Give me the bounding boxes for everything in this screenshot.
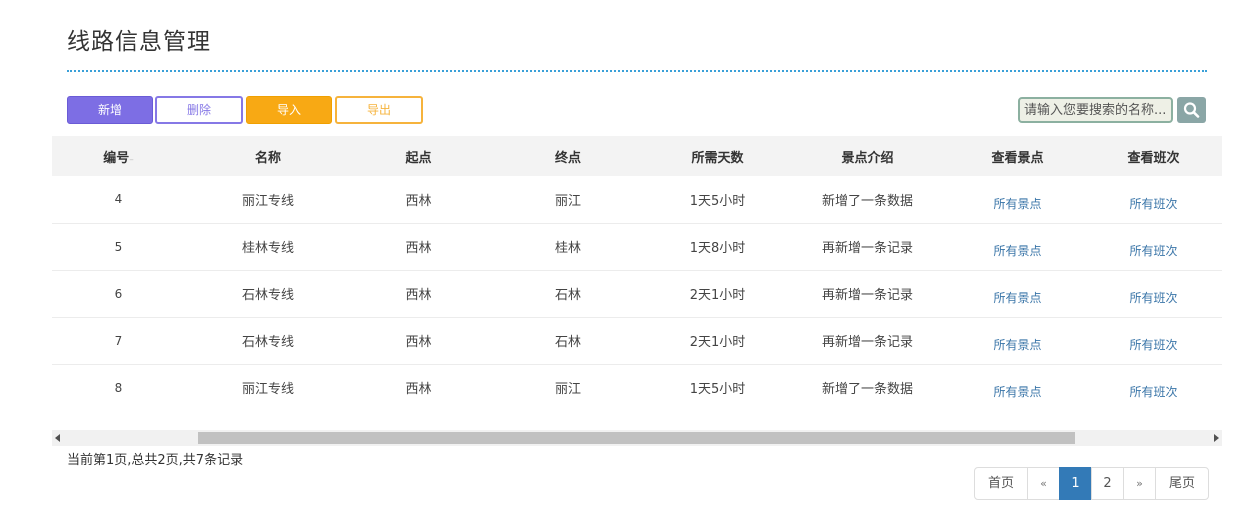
search-button[interactable]: [1177, 97, 1206, 123]
cell-view-schedules: 所有班次: [1085, 176, 1222, 223]
cell-end: 桂林: [554, 241, 581, 256]
cell-start: 西林: [405, 288, 432, 303]
view-schedules-link[interactable]: 所有班次: [1129, 385, 1177, 399]
column-header-duration[interactable]: 所需天数: [650, 136, 785, 176]
cell-view-schedules: 所有班次: [1085, 270, 1222, 317]
column-header-end[interactable]: 终点: [486, 136, 650, 176]
scroll-right-arrow-icon[interactable]: [1214, 434, 1219, 442]
cell-name: 丽江专线: [241, 193, 294, 209]
cell-view-spots: 所有景点: [950, 364, 1085, 411]
view-schedules-link[interactable]: 所有班次: [1129, 291, 1177, 305]
cell-duration: 2天1小时: [689, 288, 746, 303]
delete-button[interactable]: 删除: [155, 96, 243, 124]
column-header-view-schedules[interactable]: 查看班次: [1085, 136, 1222, 176]
scroll-left-arrow-icon[interactable]: [55, 434, 60, 442]
page-1-button[interactable]: 1: [1059, 467, 1092, 500]
table-header-row: 编号– 名称 起点 终点 所需天数 景点介绍 查看景点 查看班次: [52, 136, 1222, 176]
column-header-name[interactable]: 名称: [185, 136, 351, 176]
cell-start: 西林: [405, 382, 432, 398]
view-spots-link[interactable]: 所有景点: [993, 385, 1041, 399]
cell-view-spots: 所有景点: [950, 223, 1085, 270]
cell-view-schedules: 所有班次: [1085, 364, 1222, 411]
cell-id: 5: [114, 239, 123, 254]
search-icon: [1183, 102, 1200, 118]
cell-name: 桂林专线: [241, 241, 294, 256]
add-button[interactable]: 新增: [67, 96, 153, 124]
first-page-button[interactable]: 首页: [974, 467, 1028, 500]
export-button[interactable]: 导出: [335, 96, 423, 124]
column-header-intro[interactable]: 景点介绍: [785, 136, 950, 176]
search-input[interactable]: [1018, 97, 1173, 123]
cell-duration: 1天5小时: [689, 193, 746, 209]
title-divider: [67, 70, 1207, 72]
table-row[interactable]: 7 石林专线 西林 石林 2天1小时 再新增一条记录 所有景点 所有班次: [52, 317, 1222, 364]
pagination-info: 当前第1页,总共2页,共7条记录: [67, 453, 244, 468]
next-page-button[interactable]: »: [1123, 467, 1156, 500]
column-header-id[interactable]: 编号–: [52, 136, 185, 176]
sort-icon: –: [129, 154, 134, 165]
cell-intro: 再新增一条记录: [821, 241, 913, 256]
column-header-start[interactable]: 起点: [351, 136, 486, 176]
view-schedules-link[interactable]: 所有班次: [1129, 197, 1177, 211]
view-spots-link[interactable]: 所有景点: [993, 244, 1041, 258]
view-schedules-link[interactable]: 所有班次: [1129, 244, 1177, 258]
cell-intro: 再新增一条记录: [821, 288, 913, 303]
page-title: 线路信息管理: [67, 29, 211, 55]
route-table: 编号– 名称 起点 终点 所需天数 景点介绍 查看景点 查看班次 4 丽江专线 …: [52, 136, 1222, 411]
cell-intro: 新增了一条数据: [821, 382, 913, 398]
scrollbar-thumb[interactable]: [198, 432, 1075, 444]
view-spots-link[interactable]: 所有景点: [993, 291, 1041, 305]
column-header-view-spots[interactable]: 查看景点: [950, 136, 1085, 176]
route-table-container: 编号– 名称 起点 终点 所需天数 景点介绍 查看景点 查看班次 4 丽江专线 …: [52, 136, 1222, 430]
view-schedules-link[interactable]: 所有班次: [1129, 338, 1177, 352]
cell-intro: 新增了一条数据: [821, 193, 913, 209]
pagination: 首页 « 1 2 » 尾页: [974, 467, 1209, 500]
table-row[interactable]: 4 丽江专线 西林 丽江 1天5小时 新增了一条数据 所有景点 所有班次: [52, 176, 1222, 223]
view-spots-link[interactable]: 所有景点: [993, 197, 1041, 211]
cell-end: 丽江: [554, 382, 581, 398]
cell-name: 丽江专线: [241, 382, 294, 398]
cell-end: 石林: [554, 335, 581, 350]
page-2-button[interactable]: 2: [1091, 467, 1124, 500]
cell-view-spots: 所有景点: [950, 317, 1085, 364]
table-row[interactable]: 5 桂林专线 西林 桂林 1天8小时 再新增一条记录 所有景点 所有班次: [52, 223, 1222, 270]
cell-id: 6: [114, 286, 123, 301]
table-row[interactable]: 6 石林专线 西林 石林 2天1小时 再新增一条记录 所有景点 所有班次: [52, 270, 1222, 317]
cell-view-schedules: 所有班次: [1085, 223, 1222, 270]
prev-page-button[interactable]: «: [1027, 467, 1060, 500]
cell-id: 8: [114, 380, 123, 395]
view-spots-link[interactable]: 所有景点: [993, 338, 1041, 352]
cell-id: 4: [114, 192, 123, 207]
cell-view-spots: 所有景点: [950, 176, 1085, 223]
cell-name: 石林专线: [241, 288, 294, 303]
table-row[interactable]: 8 丽江专线 西林 丽江 1天5小时 新增了一条数据 所有景点 所有班次: [52, 364, 1222, 411]
cell-intro: 再新增一条记录: [821, 335, 913, 350]
cell-duration: 2天1小时: [689, 335, 746, 350]
cell-name: 石林专线: [241, 335, 294, 350]
horizontal-scrollbar[interactable]: [52, 430, 1222, 446]
cell-duration: 1天5小时: [689, 382, 746, 398]
cell-start: 西林: [405, 241, 432, 256]
cell-end: 丽江: [554, 193, 581, 209]
cell-view-spots: 所有景点: [950, 270, 1085, 317]
cell-id: 7: [114, 333, 123, 348]
last-page-button[interactable]: 尾页: [1155, 467, 1209, 500]
cell-duration: 1天8小时: [689, 241, 746, 256]
cell-start: 西林: [405, 335, 432, 350]
import-button[interactable]: 导入: [246, 96, 332, 124]
cell-start: 西林: [405, 193, 432, 209]
cell-end: 石林: [554, 288, 581, 303]
cell-view-schedules: 所有班次: [1085, 317, 1222, 364]
